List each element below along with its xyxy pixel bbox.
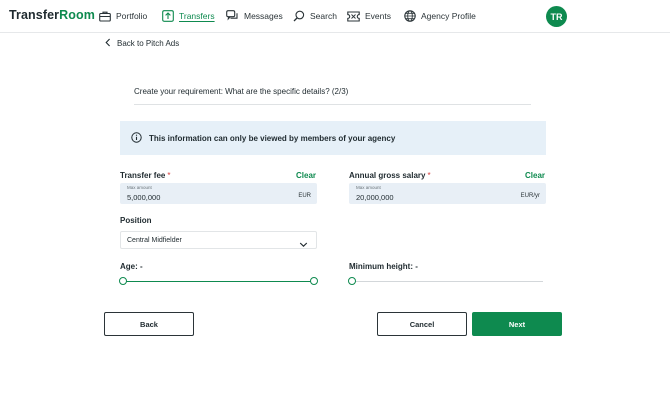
transfer-fee-unit: EUR — [298, 193, 311, 199]
next-button[interactable]: Next — [472, 312, 562, 336]
min-height-label: Minimum height: - — [349, 262, 418, 271]
logo-text-part2: Room — [59, 8, 95, 22]
top-navigation: TransferRoom Portfolio Transfers Message… — [0, 0, 670, 33]
chat-bubbles-icon — [226, 10, 239, 23]
nav-search[interactable]: Search — [292, 8, 337, 24]
transfer-fee-value: 5,000,000 — [127, 193, 161, 202]
chevron-down-icon — [299, 236, 308, 247]
nav-messages-label: Messages — [244, 11, 283, 21]
nav-agency-profile[interactable]: Agency Profile — [403, 8, 476, 24]
transfer-fee-label-text: Transfer fee — [120, 171, 166, 180]
transfer-fee-caption: Max amount — [127, 185, 152, 190]
position-select[interactable]: Central Midfielder — [120, 231, 317, 249]
search-icon — [292, 10, 305, 23]
nav-transfers[interactable]: Transfers — [161, 8, 215, 24]
transfer-icon — [161, 10, 174, 23]
salary-label: Annual gross salary * — [349, 171, 431, 180]
transfer-fee-label: Transfer fee * — [120, 171, 170, 180]
info-banner-text: This information can only be viewed by m… — [149, 133, 396, 143]
min-height-slider-track[interactable] — [352, 281, 543, 282]
globe-icon — [403, 10, 416, 23]
info-icon — [131, 131, 142, 145]
transferroom-logo[interactable]: TransferRoom — [9, 8, 95, 22]
required-mark: * — [427, 171, 431, 180]
nav-transfers-label: Transfers — [179, 11, 215, 21]
salary-unit: EUR/yr — [520, 193, 540, 199]
salary-clear-button[interactable]: Clear — [525, 171, 545, 180]
nav-search-label: Search — [310, 11, 337, 21]
nav-agency-profile-label: Agency Profile — [421, 11, 476, 21]
back-button[interactable]: Back — [104, 312, 194, 336]
position-label: Position — [120, 216, 152, 225]
transfer-fee-input[interactable]: Max amount 5,000,000 EUR — [120, 183, 317, 204]
min-height-slider-handle[interactable] — [348, 277, 356, 285]
salary-label-text: Annual gross salary — [349, 171, 426, 180]
salary-input[interactable]: Max amount 20,000,000 EUR/yr — [349, 183, 546, 204]
nav-events-label: Events — [365, 11, 391, 21]
back-link-label: Back to Pitch Ads — [117, 39, 180, 48]
back-to-pitch-ads-link[interactable]: Back to Pitch Ads — [105, 38, 179, 49]
user-avatar[interactable]: TR — [546, 6, 567, 27]
step-title: Create your requirement: What are the sp… — [134, 87, 349, 96]
cancel-button[interactable]: Cancel — [377, 312, 467, 336]
step-divider — [134, 104, 531, 105]
avatar-initials: TR — [550, 11, 563, 22]
age-slider-max-handle[interactable] — [310, 277, 318, 285]
salary-value: 20,000,000 — [356, 193, 394, 202]
chevron-left-icon — [105, 38, 111, 49]
transfer-fee-clear-button[interactable]: Clear — [296, 171, 316, 180]
required-mark: * — [167, 171, 171, 180]
age-label: Age: - — [120, 262, 143, 271]
nav-events[interactable]: Events — [347, 8, 391, 24]
info-banner: This information can only be viewed by m… — [120, 121, 546, 155]
ticket-icon — [347, 10, 360, 23]
nav-portfolio-label: Portfolio — [116, 11, 148, 21]
briefcase-icon — [98, 10, 111, 23]
salary-caption: Max amount — [356, 185, 381, 190]
logo-text-part1: Transfer — [9, 8, 60, 22]
age-slider-fill — [123, 281, 314, 282]
nav-portfolio[interactable]: Portfolio — [98, 8, 147, 24]
nav-messages[interactable]: Messages — [226, 8, 283, 24]
age-slider-min-handle[interactable] — [119, 277, 127, 285]
position-selected-value: Central Midfielder — [127, 237, 182, 244]
